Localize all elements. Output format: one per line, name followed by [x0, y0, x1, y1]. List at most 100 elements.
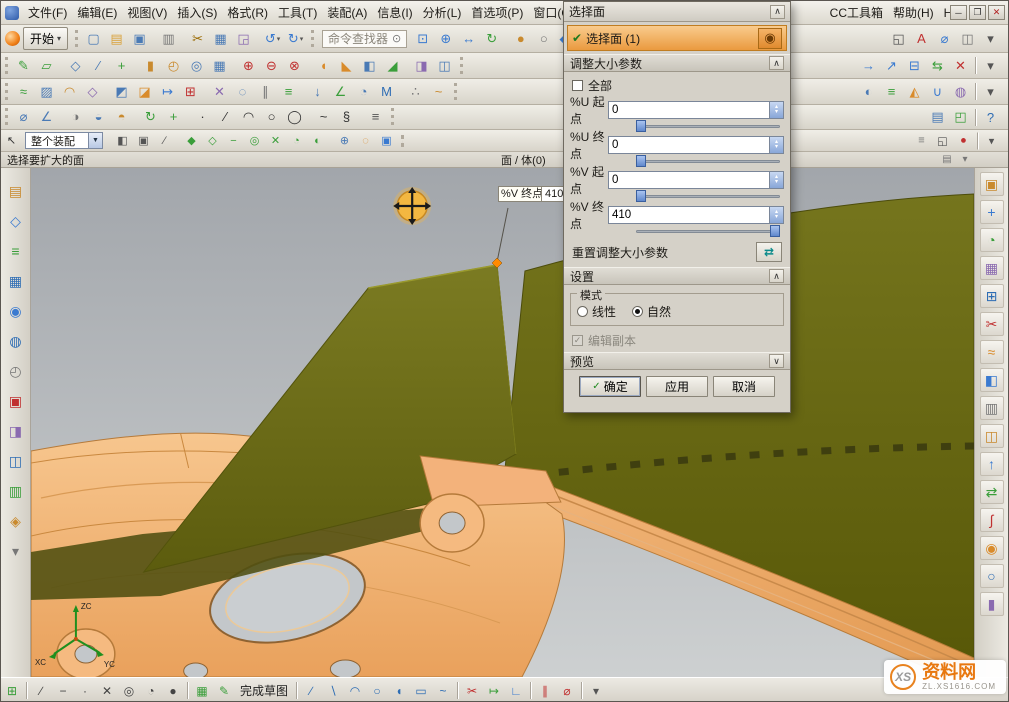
select-body-icon[interactable]: ▣ [134, 132, 153, 149]
slider-lifter-icon[interactable]: ⇄ [980, 480, 1004, 504]
select-edge-icon[interactable]: ∕ [155, 132, 174, 149]
fullscreen-icon[interactable]: ◱ [888, 29, 909, 49]
menu-edit[interactable]: 编辑(E) [72, 1, 122, 24]
u-start-slider[interactable] [636, 120, 780, 132]
line-icon[interactable]: ∕ [215, 107, 236, 127]
all-checkbox-row[interactable]: 全部 [572, 77, 782, 94]
standard-part-icon[interactable]: ◫ [980, 424, 1004, 448]
shaded-icon[interactable]: ● [510, 28, 531, 48]
gate-icon[interactable]: ◉ [980, 536, 1004, 560]
measure-angle-icon[interactable]: ∠ [36, 107, 57, 127]
restore-button[interactable]: ❐ [969, 5, 986, 20]
capture-icon[interactable]: ◫ [957, 29, 978, 49]
sketch-icon[interactable]: ✎ [13, 56, 34, 76]
start-menu-button[interactable]: 开始 [23, 27, 68, 50]
point-set-icon[interactable]: ∴ [405, 82, 426, 102]
runner-icon[interactable]: ∫ [980, 508, 1004, 532]
existing-point-icon[interactable]: ● [163, 682, 183, 700]
menu-preferences[interactable]: 首选项(P) [466, 1, 528, 24]
fillet-tool-icon[interactable]: ◖ [389, 682, 409, 700]
cut-icon[interactable]: ✂ [187, 29, 208, 49]
close-button[interactable]: ✕ [988, 5, 1005, 20]
wireframe-icon[interactable]: ○ [533, 28, 554, 48]
save-icon[interactable]: ▣ [129, 29, 150, 49]
task-sketch-icon[interactable]: ▱ [36, 56, 57, 76]
param-field[interactable] [608, 136, 784, 154]
make-corner-icon[interactable]: ∟ [506, 682, 526, 700]
surface-continuity-icon[interactable]: ◍ [950, 82, 971, 102]
prompt-more-icon[interactable]: ▾ [957, 153, 973, 167]
menu-file[interactable]: 文件(F) [23, 1, 72, 24]
process-studio-icon[interactable]: ▣ [5, 390, 27, 412]
toolbar-more-icon[interactable]: ▾ [586, 682, 606, 700]
snap-point-toggle-icon[interactable]: ◆ [182, 132, 201, 149]
electrode-icon[interactable]: ▮ [980, 592, 1004, 616]
roles-icon[interactable]: ◫ [5, 450, 27, 472]
draft-icon[interactable]: ◢ [382, 56, 403, 76]
all-checkbox[interactable] [572, 80, 583, 91]
cancel-button[interactable]: 取消 [713, 376, 775, 397]
edit-object-display-icon[interactable]: ◑ [65, 107, 86, 127]
ruled-surface-icon[interactable]: ▨ [36, 82, 57, 102]
datum-axis-icon[interactable]: ∕ [88, 55, 109, 75]
extrude-icon[interactable]: ▮ [140, 56, 161, 76]
point-icon[interactable]: · [192, 107, 213, 127]
spinner-buttons[interactable] [769, 137, 783, 153]
text-icon[interactable]: A [911, 29, 932, 49]
project-curve-icon[interactable]: ↓ [307, 81, 328, 101]
user-default-icon[interactable]: ▾ [982, 132, 1001, 149]
parting-lines-icon[interactable]: ≈ [980, 340, 1004, 364]
draft-analysis-icon[interactable]: ◭ [904, 82, 925, 102]
menu-insert[interactable]: 插入(S) [172, 1, 222, 24]
immediate-hide-icon[interactable]: ◓ [111, 107, 132, 127]
new-file-icon[interactable]: ▢ [83, 29, 104, 49]
v-start-input[interactable] [609, 172, 769, 188]
radio-natural[interactable]: 自然 [632, 303, 671, 320]
menu-help[interactable]: 帮助(H) [888, 1, 939, 24]
menu-view[interactable]: 视图(V) [122, 1, 172, 24]
toolbar-grip[interactable] [391, 108, 394, 125]
intersection-snap-icon[interactable]: ✕ [266, 132, 285, 149]
u-end-input[interactable] [609, 137, 769, 153]
datum-plane-icon[interactable]: ◇ [65, 56, 86, 76]
bolt-hole-2[interactable] [184, 663, 208, 677]
show-hide-icon[interactable]: ◒ [88, 107, 109, 127]
radio-linear[interactable]: 线性 [577, 303, 616, 320]
zoom-in-icon[interactable]: ⊕ [435, 29, 456, 49]
dim-icon[interactable]: ⌀ [934, 29, 955, 49]
i-form-icon[interactable]: ◌ [232, 81, 253, 101]
quick-extend-icon[interactable]: ↦ [484, 682, 504, 700]
grid-icon[interactable]: ▦ [192, 682, 212, 700]
constraints-icon[interactable]: ∥ [535, 682, 555, 700]
param-field[interactable] [608, 171, 784, 189]
pull-face-icon[interactable]: ↗ [881, 56, 902, 76]
toolbar-grip[interactable] [5, 57, 8, 74]
sew-icon[interactable]: ≡ [278, 81, 299, 101]
arc-tool-icon[interactable]: ◠ [345, 682, 365, 700]
extend-surface-icon[interactable]: ↦ [157, 82, 178, 102]
spinner-buttons[interactable] [769, 172, 783, 188]
chamfer-icon[interactable]: ◣ [336, 56, 357, 76]
swept-icon[interactable]: ◠ [59, 82, 80, 102]
record-icon[interactable]: ● [954, 132, 973, 149]
param-field[interactable] [608, 101, 784, 119]
revolve-icon[interactable]: ◴ [163, 56, 184, 76]
toolbar-options-icon[interactable]: ▾ [980, 29, 1001, 49]
graphics-window[interactable]: ZC XC YC %V 终点 410 [31, 168, 974, 677]
slider-handle[interactable] [636, 155, 646, 167]
enlarge-face-icon[interactable]: ⊞ [180, 82, 201, 102]
print-icon[interactable]: ▥ [158, 29, 179, 49]
radio-dot[interactable] [577, 306, 588, 317]
text-feature-icon[interactable]: M [376, 81, 397, 101]
v-start-slider[interactable] [636, 190, 780, 202]
collapse-arrow-icon[interactable]: ∧ [769, 269, 784, 283]
circle-icon[interactable]: ○ [261, 107, 282, 127]
unite-icon[interactable]: ⊕ [238, 56, 259, 76]
toolbar-grip[interactable] [401, 135, 404, 147]
more-features-icon[interactable]: ▾ [980, 56, 1001, 76]
initialize-project-icon[interactable]: ▣ [980, 172, 1004, 196]
core-cavity-icon[interactable]: ◧ [980, 368, 1004, 392]
offset-surface-icon[interactable]: ◩ [111, 82, 132, 102]
menu-assemblies[interactable]: 装配(A) [322, 1, 372, 24]
quadrant-point-icon[interactable]: ◔ [141, 682, 161, 700]
